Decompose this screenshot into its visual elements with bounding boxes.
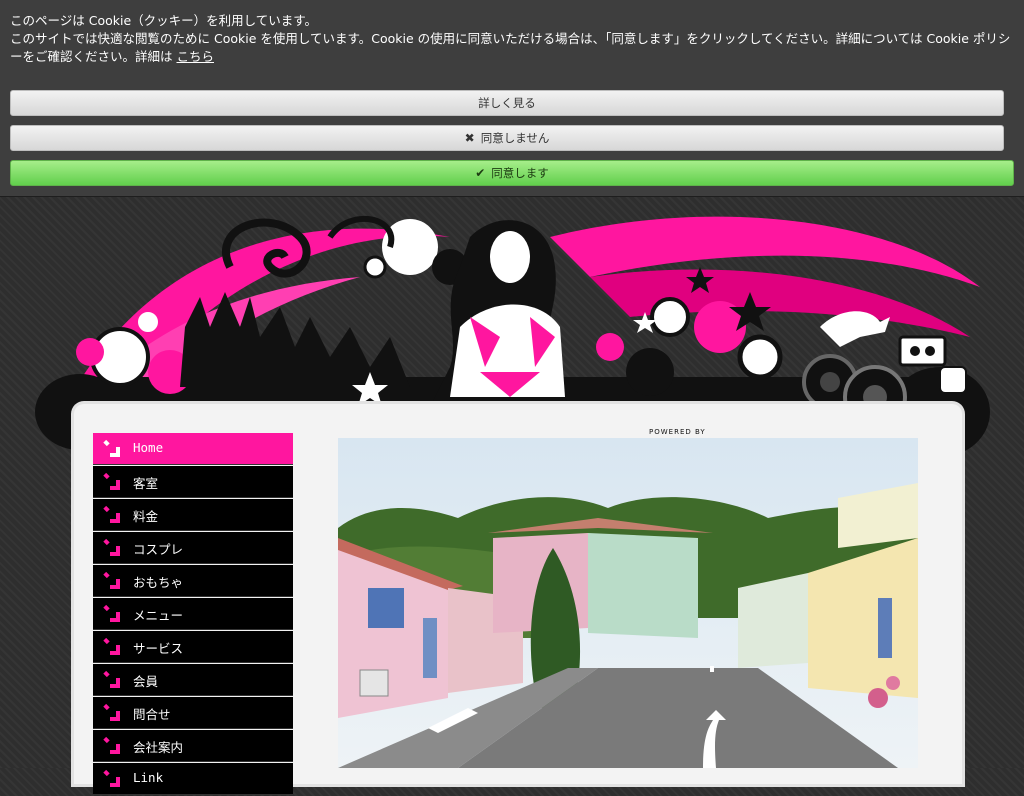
powered-by-text: POWERED BY (649, 428, 706, 436)
arrow-down-right-icon (103, 736, 120, 754)
nav-item-3[interactable]: コスプレ (93, 532, 293, 564)
arrow-down-right-icon (103, 538, 120, 556)
nav-item-0[interactable]: Home (93, 433, 293, 465)
details-button[interactable]: 詳しく見る (10, 90, 1004, 116)
close-icon: ✖ (464, 131, 475, 145)
arrow-down-right-icon (103, 472, 120, 490)
cookie-text-body: このサイトでは快適な閲覧のために Cookie を使用しています。Cookie … (10, 31, 1011, 64)
cookie-text-line2: このサイトでは快適な閲覧のために Cookie を使用しています。Cookie … (10, 30, 1014, 66)
nav-item-label: Link (133, 770, 164, 785)
hero-photo (338, 438, 918, 768)
nav-item-5[interactable]: メニュー (93, 598, 293, 630)
nav-item-label: おもちゃ (133, 575, 184, 590)
nav-item-4[interactable]: おもちゃ (93, 565, 293, 597)
arrow-down-right-icon (103, 604, 120, 622)
nav-item-1[interactable]: 客室 (93, 466, 293, 498)
accept-button[interactable]: ✔ 同意します (10, 160, 1014, 186)
nav-item-7[interactable]: 会員 (93, 664, 293, 696)
accept-button-label: 同意します (491, 166, 549, 180)
arrow-down-right-icon (103, 439, 120, 457)
arrow-down-right-icon (103, 637, 120, 655)
details-button-label: 詳しく見る (478, 96, 536, 110)
nav-item-label: メニュー (133, 608, 184, 623)
nav-item-8[interactable]: 問合せ (93, 697, 293, 729)
cookie-text-line1: このページは Cookie（クッキー）を利用しています。 (10, 13, 318, 28)
cookie-text: このページは Cookie（クッキー）を利用しています。 このサイトでは快適な閲… (10, 12, 1014, 66)
nav-item-9[interactable]: 会社案内 (93, 730, 293, 762)
nav-item-label: 会員 (133, 674, 159, 689)
arrow-down-right-icon (103, 769, 120, 787)
arrow-down-right-icon (103, 505, 120, 523)
nav-item-label: 客室 (133, 476, 159, 491)
main-navigation: Home 客室料金コスプレおもちゃメニューサービス会員問合せ会社案内 Link (93, 433, 293, 796)
nav-item-label: 会社案内 (133, 740, 184, 755)
nav-item-label: 問合せ (133, 707, 171, 722)
check-icon: ✔ (475, 166, 486, 180)
nav-item-label: コスプレ (133, 542, 184, 557)
nav-item-label: 料金 (133, 509, 159, 524)
decline-button-label: 同意しません (480, 131, 550, 145)
cookie-policy-link[interactable]: こちら (176, 49, 214, 64)
decline-button[interactable]: ✖ 同意しません (10, 125, 1004, 151)
cookie-banner: このページは Cookie（クッキー）を利用しています。 このサイトでは快適な閲… (0, 0, 1024, 197)
arrow-down-right-icon (103, 703, 120, 721)
arrow-down-right-icon (103, 571, 120, 589)
nav-item-6[interactable]: サービス (93, 631, 293, 663)
nav-item-2[interactable]: 料金 (93, 499, 293, 531)
nav-item-label: サービス (133, 641, 184, 656)
nav-item-label: Home (133, 440, 164, 455)
arrow-down-right-icon (103, 670, 120, 688)
